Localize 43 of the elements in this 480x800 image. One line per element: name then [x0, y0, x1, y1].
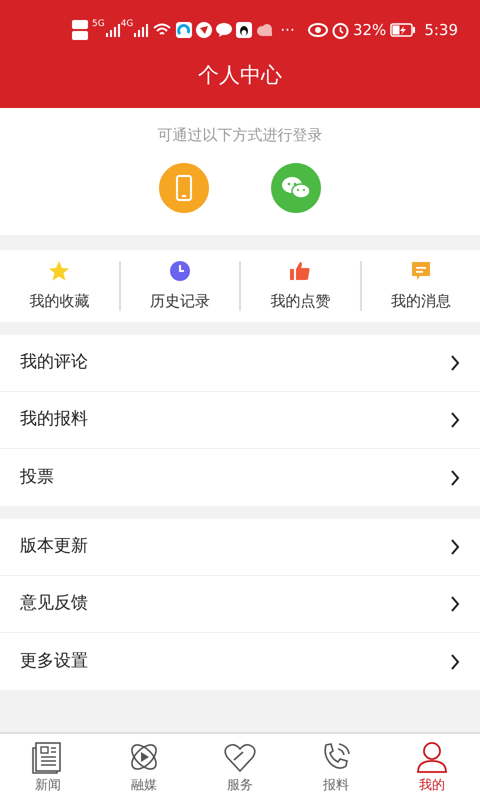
eye-icon [308, 23, 328, 37]
phone-login-button[interactable] [159, 162, 209, 212]
clock-time: 5:39 [424, 20, 458, 41]
chevron-right-icon [450, 654, 460, 670]
tab[interactable]: 融媒 [96, 734, 192, 800]
app-icon [196, 22, 212, 38]
battery-icon [390, 23, 416, 37]
chevron-right-icon [450, 355, 460, 371]
cloud-icon [256, 24, 274, 36]
clock-icon [168, 260, 191, 282]
signal-icon [104, 23, 121, 37]
sim-icon [72, 31, 88, 40]
sim-icon [72, 20, 88, 29]
quick-link[interactable]: 我的收藏 [0, 258, 118, 314]
battery-percent: 32% [352, 20, 386, 41]
network-type-label: 5G [92, 18, 105, 31]
tab[interactable]: 我的 [384, 734, 480, 800]
quick-link[interactable]: 我的消息 [362, 258, 480, 314]
chevron-right-icon [450, 539, 460, 555]
message-icon [410, 260, 432, 282]
signal-icon [133, 23, 150, 37]
wechat-icon [281, 174, 311, 200]
tab[interactable]: 服务 [192, 734, 288, 800]
quick-link[interactable]: 历史记录 [120, 258, 239, 314]
login-hint: 可通过以下方式进行登录 [158, 125, 322, 146]
thumbs-up-icon [289, 260, 312, 282]
star-icon [48, 260, 70, 282]
page-title: 个人中心 [198, 62, 282, 89]
app-icon [176, 22, 192, 38]
alarm-icon [332, 22, 349, 38]
chevron-right-icon [450, 412, 460, 428]
penguin-icon [236, 22, 252, 38]
network-type-label: 4G [120, 18, 134, 31]
person-icon [415, 740, 449, 774]
phone-icon [176, 174, 192, 200]
quick-link[interactable]: 我的点赞 [241, 258, 360, 314]
chevron-right-icon [450, 596, 460, 612]
wechat-login-button[interactable] [271, 162, 321, 212]
chat-icon [216, 22, 232, 38]
more-label: ··· [280, 20, 295, 41]
chevron-right-icon [450, 470, 460, 486]
tab[interactable]: 报料 [288, 734, 384, 800]
tab[interactable]: 新闻 [0, 734, 96, 800]
